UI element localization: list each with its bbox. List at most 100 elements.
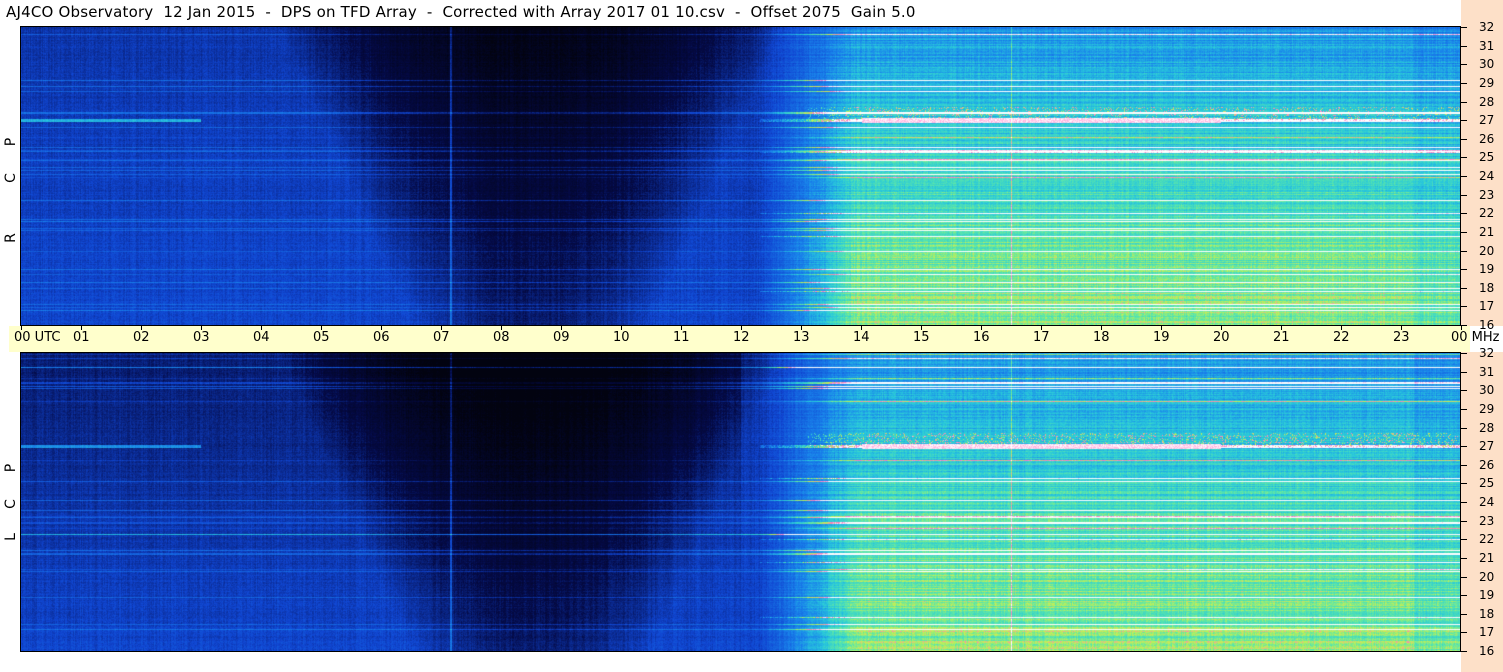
frequency-tick-label: 18 xyxy=(1479,606,1495,621)
frequency-tick xyxy=(1461,390,1467,392)
time-tick-label: 17 xyxy=(1033,330,1050,345)
frequency-tick xyxy=(1461,138,1467,140)
frequency-tick-label: 18 xyxy=(1479,280,1495,295)
frequency-tick xyxy=(1461,120,1467,122)
time-tick-label: 16 xyxy=(973,330,990,345)
time-tick-label: 20 xyxy=(1213,330,1230,345)
frequency-tick-label: 21 xyxy=(1479,224,1495,239)
frequency-tick xyxy=(1461,446,1467,448)
time-tick-label: 22 xyxy=(1333,330,1350,345)
frequency-tick xyxy=(1461,576,1467,578)
frequency-tick-label: 24 xyxy=(1479,169,1495,183)
frequency-tick-label: 32 xyxy=(1479,20,1495,34)
frequency-tick-label: 17 xyxy=(1479,299,1495,314)
panel-label-top-1: R xyxy=(3,233,19,243)
frequency-tick-label: 29 xyxy=(1479,401,1495,416)
panel-label-bottom-1: L xyxy=(3,533,19,541)
time-tick-label: 14 xyxy=(853,330,870,345)
frequency-tick xyxy=(1461,27,1467,28)
frequency-tick-label: 25 xyxy=(1479,150,1495,165)
frequency-tick xyxy=(1461,651,1467,652)
frequency-tick xyxy=(1461,176,1467,177)
frequency-tick-label: 21 xyxy=(1479,550,1495,565)
frequency-tick-label: 25 xyxy=(1479,476,1495,491)
frequency-tick xyxy=(1461,557,1467,559)
frequency-tick-label: 17 xyxy=(1479,625,1495,640)
time-tick-label: 15 xyxy=(913,330,930,345)
panel-label-bottom-2: C xyxy=(3,499,19,509)
frequency-tick-label: 22 xyxy=(1479,532,1495,547)
frequency-tick-label: 24 xyxy=(1479,495,1495,509)
frequency-tick-label: 20 xyxy=(1479,569,1495,584)
frequency-tick xyxy=(1461,408,1467,410)
panel-label-top-2: C xyxy=(3,173,19,183)
spectrogram-lcp xyxy=(21,353,1461,651)
frequency-tick-label: 19 xyxy=(1479,588,1495,603)
panel-label-bottom-3: P xyxy=(3,463,19,473)
frequency-tick xyxy=(1461,502,1467,503)
frequency-tick xyxy=(1461,82,1467,84)
frequency-tick xyxy=(1461,464,1467,466)
chart-title: AJ4CO Observatory 12 Jan 2015 - DPS on T… xyxy=(6,3,916,21)
frequency-tick xyxy=(1461,194,1467,196)
time-tick-label: 00 MHz xyxy=(1451,330,1500,345)
time-tick-label: 00 UTC xyxy=(14,330,61,345)
frequency-tick-label: 30 xyxy=(1479,383,1495,398)
frequency-tick-label: 19 xyxy=(1479,262,1495,277)
frequency-tick-label: 23 xyxy=(1479,513,1495,528)
time-axis: 00 UTC 01 02 03 04 05 06 07 08 09 10 11 12 13 14 15 16 17… xyxy=(9,326,1500,352)
time-tick-label: 18 xyxy=(1093,330,1110,345)
frequency-tick xyxy=(1461,64,1467,66)
time-tick-label: 21 xyxy=(1273,330,1290,345)
frequency-tick-label: 31 xyxy=(1479,364,1495,379)
time-tick-label: 09 xyxy=(553,330,570,345)
frequency-tick xyxy=(1461,353,1467,354)
frequency-tick-label: 30 xyxy=(1479,57,1495,72)
frequency-tick xyxy=(1461,632,1467,634)
frequency-tick-label: 27 xyxy=(1479,113,1495,128)
frequency-tick xyxy=(1461,45,1467,47)
time-tick-label: 19 xyxy=(1153,330,1170,345)
time-tick-label: 02 xyxy=(133,330,150,345)
frequency-tick xyxy=(1461,539,1467,541)
time-tick-label: 06 xyxy=(373,330,390,345)
time-tick-label: 07 xyxy=(433,330,450,345)
time-tick-label: 01 xyxy=(73,330,90,345)
frequency-axis-bottom: 32 31 30 29 28 27 26 25 24 23 22 21 20 19 18 17 16 xyxy=(1461,347,1503,672)
panel-label-top: R C P xyxy=(0,27,21,325)
frequency-tick-label: 28 xyxy=(1479,94,1495,109)
frequency-tick xyxy=(1461,213,1467,215)
time-tick-label: 10 xyxy=(613,330,630,345)
frequency-tick-label: 16 xyxy=(1479,644,1495,658)
time-tick-label: 05 xyxy=(313,330,330,345)
frequency-tick-label: 27 xyxy=(1479,439,1495,454)
time-tick-label: 04 xyxy=(253,330,270,345)
time-tick-label: 23 xyxy=(1393,330,1410,345)
spectrogram-lcp-canvas xyxy=(21,353,1461,651)
frequency-tick-label: 20 xyxy=(1479,243,1495,258)
spectrogram-rcp-canvas xyxy=(21,27,1461,325)
frequency-tick-label: 29 xyxy=(1479,75,1495,90)
time-tick-label: 13 xyxy=(793,330,810,345)
frequency-tick xyxy=(1461,483,1467,485)
frequency-tick xyxy=(1461,520,1467,522)
frequency-tick-label: 26 xyxy=(1479,131,1495,146)
frequency-tick xyxy=(1461,269,1467,271)
frequency-tick-label: 28 xyxy=(1479,420,1495,435)
frequency-tick xyxy=(1461,306,1467,308)
frequency-tick-label: 32 xyxy=(1479,346,1495,360)
frequency-tick-label: 23 xyxy=(1479,187,1495,202)
frequency-tick xyxy=(1461,613,1467,615)
time-tick-label: 03 xyxy=(193,330,210,345)
frequency-tick xyxy=(1461,157,1467,159)
spectrogram-rcp xyxy=(21,27,1461,325)
frequency-tick xyxy=(1461,231,1467,233)
frequency-tick-label: 26 xyxy=(1479,457,1495,472)
frequency-tick xyxy=(1461,371,1467,373)
panel-label-top-3: P xyxy=(3,137,19,147)
frequency-tick xyxy=(1461,427,1467,429)
frequency-axis-top: 32 31 30 29 28 27 26 25 24 23 22 21 20 19 18 17 16 xyxy=(1461,0,1503,331)
frequency-tick xyxy=(1461,250,1467,252)
time-tick-label: 12 xyxy=(733,330,750,345)
time-tick-label: 11 xyxy=(673,330,690,345)
